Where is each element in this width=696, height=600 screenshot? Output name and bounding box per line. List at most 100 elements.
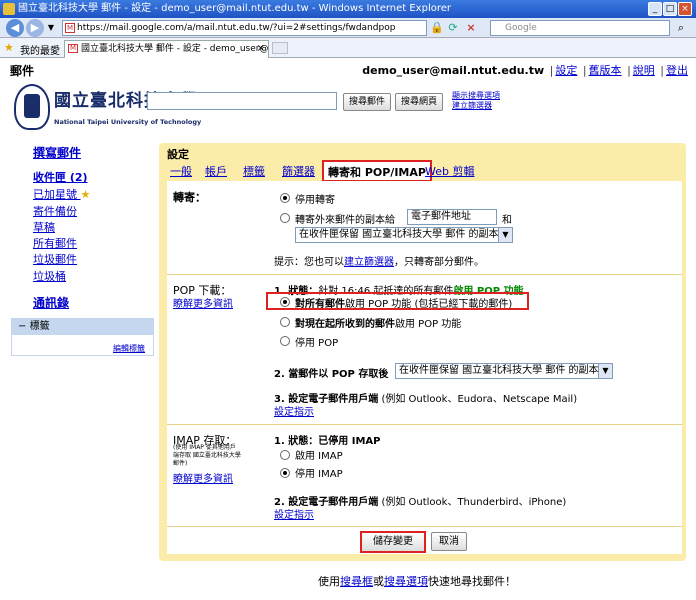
- university-seal-icon: [14, 84, 50, 130]
- compose-mail-link[interactable]: 撰寫郵件: [33, 144, 81, 161]
- labels-title: 標籤: [29, 321, 50, 332]
- contacts-link[interactable]: 通訊錄: [33, 294, 69, 311]
- browser-tab[interactable]: M 國立臺北科技大學 郵件 - 設定 - demo_user@mail.nt..…: [64, 40, 269, 58]
- help-link[interactable]: 說明: [633, 64, 655, 77]
- imap-status-value: 已停用 IMAP: [318, 436, 381, 447]
- tab-web-clips[interactable]: Web 剪輯: [425, 163, 474, 179]
- show-search-options-link[interactable]: 顯示搜尋選項: [452, 91, 500, 101]
- pop-setup-link[interactable]: 設定指示: [274, 403, 314, 418]
- older-version-link[interactable]: 舊版本: [589, 64, 622, 77]
- spam-link[interactable]: 垃圾郵件: [33, 251, 77, 267]
- history-dropdown-icon[interactable]: ▼: [44, 21, 58, 35]
- pop-all-rest: 啟用 POP 功能 (包括已經下載的郵件): [345, 299, 513, 310]
- forward-copy-radio[interactable]: [280, 213, 290, 223]
- chevron-down-icon: ▼: [498, 228, 512, 242]
- pop-all-mail-radio[interactable]: [280, 297, 290, 307]
- tab-general[interactable]: 一般: [170, 163, 192, 179]
- star-icon: ★: [80, 188, 91, 201]
- search-options-link[interactable]: 搜尋選項: [384, 575, 428, 588]
- footer-prefix: 使用: [318, 575, 340, 588]
- forward-email-input[interactable]: 電子郵件地址: [407, 209, 497, 225]
- search-mail-button[interactable]: 搜尋郵件: [343, 93, 391, 111]
- mail-search-input[interactable]: [147, 92, 337, 110]
- settings-link[interactable]: 設定: [555, 64, 577, 77]
- labels-header[interactable]: − 標籤: [12, 319, 153, 335]
- pop-disable-radio[interactable]: [280, 336, 290, 346]
- tab-labels[interactable]: 標籤: [243, 163, 265, 179]
- inbox-link[interactable]: 收件匣 (2): [33, 169, 88, 185]
- create-filter-tip-link[interactable]: 建立篩選器: [344, 257, 394, 268]
- sent-mail-link[interactable]: 寄件備份: [33, 203, 77, 219]
- forward-icon[interactable]: ▶: [26, 19, 44, 37]
- ie-app-icon: [3, 3, 15, 15]
- imap-status-prefix: 1. 狀態：: [274, 436, 319, 447]
- user-bar: demo_user@mail.ntut.edu.tw | 設定 | 舊版本 | 說明 …: [362, 64, 688, 77]
- search-web-button[interactable]: 搜尋網頁: [395, 93, 443, 111]
- footer-hint: 使用搜尋框或搜尋選項快速地尋找郵件！: [318, 573, 516, 589]
- imap-note: (使用 IMAP 從其他用戶端存取 國立臺北科技大學 郵件): [173, 444, 241, 467]
- logo-english-name: National Taipei University of Technology: [54, 118, 202, 126]
- close-tab-icon[interactable]: ×: [257, 41, 265, 57]
- tip-prefix: 提示：您也可以: [274, 257, 344, 268]
- pop-now-rest: 啟用 POP 功能: [395, 319, 462, 330]
- tab-filters[interactable]: 篩選器: [282, 163, 315, 179]
- window-title-bar: 國立臺北科技大學 郵件 - 設定 - demo_user@mail.ntut.e…: [0, 0, 696, 18]
- trash-link[interactable]: 垃圾桶: [33, 268, 66, 284]
- disable-forwarding-radio[interactable]: [280, 193, 290, 203]
- forwarding-tip: 提示：您也可以建立篩選器，只轉寄部分郵件。: [274, 253, 484, 268]
- starred-label: 已加星號: [33, 188, 77, 201]
- all-mail-link[interactable]: 所有郵件: [33, 235, 77, 251]
- university-logo[interactable]: 國立臺北科技大學 National Taipei University of T…: [14, 84, 201, 134]
- collapse-icon[interactable]: −: [18, 321, 26, 332]
- forward-keep-select[interactable]: 在收件匣保留 國立臺北科技大學 郵件 的副本 ▼: [295, 227, 513, 243]
- address-bar: ◀ ▶ ▼ M https://mail.google.com/a/mail.n…: [0, 18, 696, 38]
- back-icon[interactable]: ◀: [6, 19, 24, 37]
- imap-setup-link[interactable]: 設定指示: [274, 506, 314, 521]
- pop-now-bold: 對現在起所收到的郵件: [295, 319, 395, 330]
- search-options: 顯示搜尋選項 建立篩選器: [452, 91, 500, 111]
- cancel-button[interactable]: 取消: [431, 532, 467, 551]
- window-title: 國立臺北科技大學 郵件 - 設定 - demo_user@mail.ntut.e…: [18, 3, 452, 14]
- close-window-icon[interactable]: ×: [678, 2, 692, 16]
- settings-content: 轉寄： 停用轉寄 轉寄外來郵件的副本給 電子郵件地址 和 在收件匣保留 國立臺北…: [167, 181, 682, 554]
- starred-link[interactable]: 已加星號 ★: [33, 186, 90, 202]
- imap-enable-text: 啟用 IMAP: [295, 451, 343, 462]
- stop-icon[interactable]: ×: [464, 21, 478, 35]
- pop-action-selected: 在收件匣保留 國立臺北科技大學 郵件 的副本: [399, 365, 599, 376]
- lock-icon[interactable]: 🔒: [430, 21, 444, 35]
- imap-learn-more-link[interactable]: 瞭解更多資訊: [173, 470, 233, 485]
- maximize-icon[interactable]: □: [663, 2, 677, 16]
- footer-mid: 或: [373, 575, 384, 588]
- pop-action-select[interactable]: 在收件匣保留 國立臺北科技大學 郵件 的副本 ▼: [395, 363, 613, 379]
- favorites-label[interactable]: 我的最愛: [20, 42, 60, 57]
- sign-out-link[interactable]: 登出: [666, 64, 688, 77]
- tab-bar: ★ 我的最愛 M 國立臺北科技大學 郵件 - 設定 - demo_user@ma…: [0, 38, 696, 58]
- url-text: https://mail.google.com/a/mail.ntut.edu.…: [77, 23, 396, 33]
- browser-search-placeholder: Google: [505, 23, 537, 33]
- new-tab-button[interactable]: [272, 42, 288, 54]
- search-go-icon[interactable]: ⌕: [674, 21, 688, 35]
- footer-suffix: 快速地尋找郵件！: [428, 575, 516, 588]
- browser-search-field[interactable]: Google: [490, 20, 670, 36]
- save-changes-button[interactable]: 儲存變更: [360, 531, 426, 553]
- pop-disable-text: 停用 POP: [295, 338, 339, 349]
- disable-forwarding-text: 停用轉寄: [295, 195, 335, 206]
- favorites-star-icon[interactable]: ★: [4, 41, 14, 54]
- create-filter-link[interactable]: 建立篩選器: [452, 101, 500, 111]
- divider: [167, 424, 682, 425]
- forward-keep-selected: 在收件匣保留 國立臺北科技大學 郵件 的副本: [299, 229, 499, 240]
- edit-labels-link[interactable]: 編輯標籤: [113, 343, 145, 354]
- tab-forwarding-pop-imap[interactable]: 轉寄和 POP/IMAP: [322, 160, 432, 182]
- imap-enable-radio[interactable]: [280, 450, 290, 460]
- search-box-link[interactable]: 搜尋框: [340, 575, 373, 588]
- refresh-icon[interactable]: ⟳: [446, 21, 460, 35]
- tab-accounts[interactable]: 帳戶: [205, 163, 227, 179]
- imap-disable-radio[interactable]: [280, 468, 290, 478]
- url-field[interactable]: M https://mail.google.com/a/mail.ntut.ed…: [62, 20, 427, 36]
- minimize-icon[interactable]: _: [648, 2, 662, 16]
- divider: [167, 274, 682, 275]
- pop-learn-more-link[interactable]: 瞭解更多資訊: [173, 295, 233, 310]
- imap-disable-text: 停用 IMAP: [295, 469, 343, 480]
- drafts-link[interactable]: 草稿: [33, 219, 55, 235]
- pop-from-now-radio[interactable]: [280, 317, 290, 327]
